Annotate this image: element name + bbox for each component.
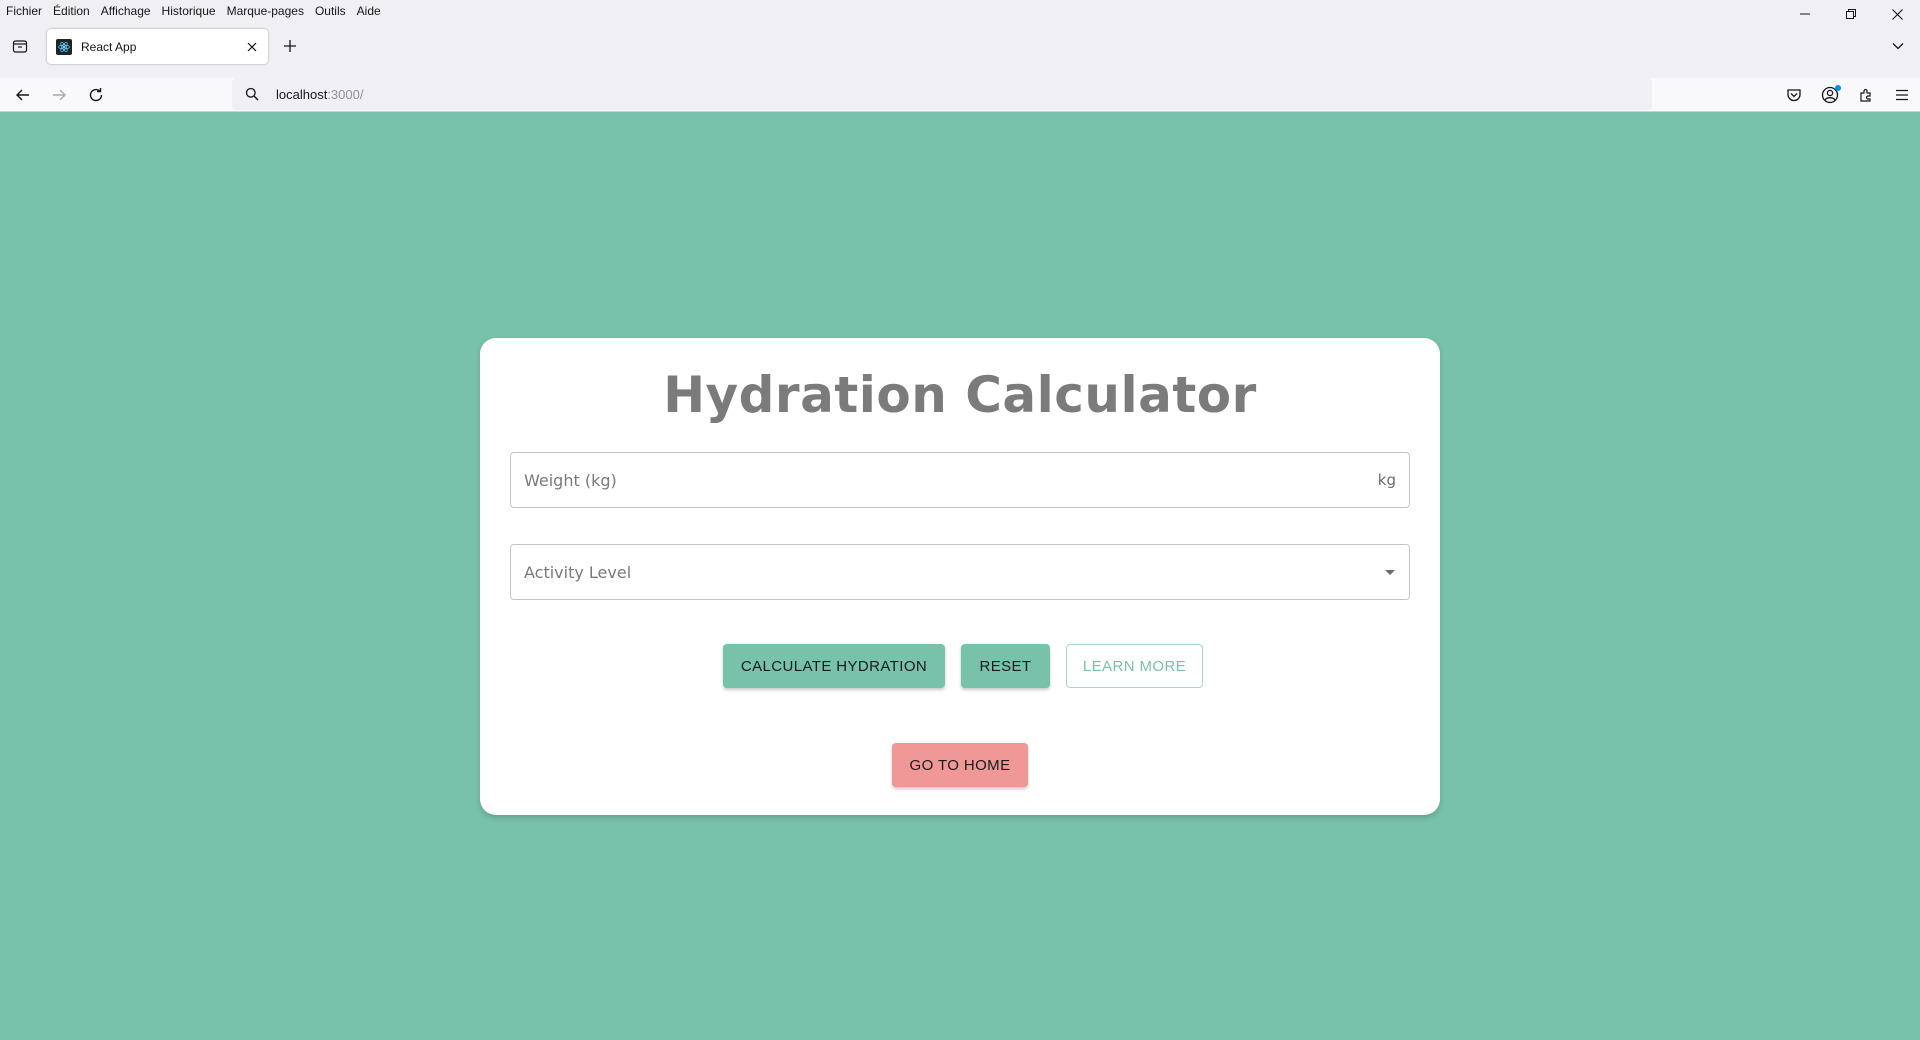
account-button[interactable] — [1818, 83, 1842, 107]
menu-affichage[interactable]: Affichage — [95, 0, 156, 22]
menu-edition[interactable]: Édition — [47, 0, 95, 22]
forward-button[interactable] — [47, 83, 71, 107]
pocket-icon — [1787, 89, 1801, 102]
page-viewport: Hydration Calculator Weight (kg) kg Acti… — [0, 113, 1920, 1040]
menu-outils[interactable]: Outils — [309, 0, 351, 22]
calculator-card: Hydration Calculator Weight (kg) kg Acti… — [480, 338, 1440, 815]
list-all-tabs-button[interactable] — [1886, 34, 1910, 58]
arrow-right-icon — [53, 89, 66, 101]
menu-marque-pages[interactable]: Marque-pages — [221, 0, 309, 22]
url-host: localhost — [276, 86, 328, 102]
firefox-view-button[interactable] — [8, 34, 32, 58]
activity-level-select[interactable]: Activity Level — [510, 544, 1410, 600]
app-menu-button[interactable] — [1890, 83, 1914, 107]
tab-title: React App — [81, 39, 137, 54]
search-icon — [245, 86, 261, 102]
dropdown-arrow-icon — [1385, 569, 1395, 575]
extensions-button[interactable] — [1854, 83, 1878, 107]
go-to-home-button[interactable]: GO TO HOME — [892, 743, 1028, 787]
action-buttons: CALCULATE HYDRATION RESET LEARN MORE — [480, 644, 1440, 688]
navigation-bar: localhost:3000/ — [0, 78, 1920, 112]
learn-more-button[interactable]: LEARN MORE — [1066, 644, 1203, 688]
menu-historique[interactable]: Historique — [156, 0, 221, 22]
pocket-button[interactable] — [1782, 83, 1806, 107]
page-title: Hydration Calculator — [663, 366, 1257, 424]
hamburger-menu-icon — [1896, 89, 1908, 101]
menu-aide[interactable]: Aide — [351, 0, 386, 22]
minimize-icon — [1800, 13, 1810, 15]
url-port: :3000/ — [327, 86, 364, 102]
firefox-view-icon — [12, 40, 28, 53]
toolbar-actions — [1782, 83, 1914, 107]
url-text: localhost:3000/ — [276, 87, 363, 102]
tab-react-app[interactable]: React App — [47, 29, 268, 64]
tab-close-button[interactable] — [240, 35, 264, 59]
chevron-down-icon — [1892, 43, 1904, 50]
close-icon — [247, 42, 257, 51]
menu-fichier[interactable]: Fichier — [0, 0, 47, 22]
puzzle-icon — [1860, 88, 1871, 102]
react-logo-icon — [56, 38, 72, 55]
weight-input[interactable]: Weight (kg) kg — [510, 452, 1410, 508]
new-tab-button[interactable] — [278, 34, 302, 58]
url-bar[interactable]: localhost:3000/ — [232, 78, 1652, 110]
weight-unit-suffix: kg — [1377, 471, 1396, 489]
weight-placeholder: Weight (kg) — [524, 470, 617, 490]
activity-placeholder: Activity Level — [524, 562, 632, 582]
plus-icon — [284, 40, 296, 52]
reset-button[interactable]: RESET — [961, 644, 1050, 688]
tab-bar: React App — [0, 22, 1920, 78]
menu-bar: Fichier Édition Affichage Historique Mar… — [0, 0, 1920, 22]
reload-icon — [89, 88, 103, 102]
restore-icon — [1846, 9, 1856, 19]
reload-button[interactable] — [84, 83, 108, 107]
calculate-hydration-button[interactable]: CALCULATE HYDRATION — [723, 644, 945, 688]
close-icon — [1891, 8, 1903, 20]
arrow-left-icon — [16, 89, 29, 101]
back-button[interactable] — [11, 83, 35, 107]
notification-dot — [1835, 85, 1841, 91]
